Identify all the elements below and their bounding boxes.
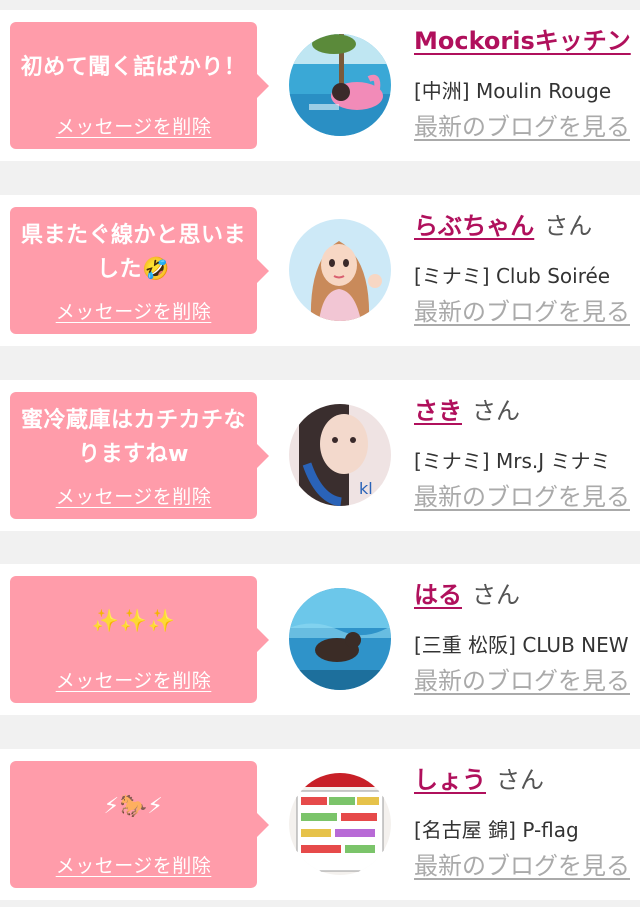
message-text: 初めて聞く話ばかり！: [20, 55, 247, 80]
delete-message-link[interactable]: メッセージを削除: [10, 482, 257, 509]
latest-blog-link[interactable]: 最新のブログを見る: [414, 664, 630, 698]
user-name-link[interactable]: しょう: [414, 766, 486, 794]
user-name-link[interactable]: Mockorisキッチン: [414, 27, 631, 55]
honorific: さん: [544, 212, 593, 240]
shop-label: [名古屋 錦] P-flag: [414, 818, 579, 842]
latest-blog-link[interactable]: 最新のブログを見る: [414, 110, 630, 144]
message-text: 蜜冷蔵庫はカチカチなりますねw: [20, 408, 246, 467]
delete-message-link[interactable]: メッセージを削除: [10, 112, 257, 139]
delete-message-link[interactable]: メッセージを削除: [10, 666, 257, 693]
message-card: ✨✨✨ メッセージを削除 はる さん [三重 松阪] CLUB NEW 最新のブロ…: [0, 564, 640, 715]
message-text: ⚡🐎⚡: [103, 794, 164, 819]
shop-label: [三重 松阪] CLUB NEW: [414, 633, 629, 657]
message-text: ✨✨✨: [91, 609, 176, 634]
message-bubble: 初めて聞く話ばかり！ メッセージを削除: [10, 22, 269, 149]
user-name-link[interactable]: さき: [414, 397, 462, 425]
honorific: さん: [496, 766, 544, 794]
svg-text:kl: kl: [359, 479, 373, 498]
message-card: 初めて聞く話ばかり！ メッセージを削除 Mockorisキッチンさん [中洲] …: [0, 10, 640, 161]
message-bubble: ⚡🐎⚡ メッセージを削除: [10, 761, 269, 888]
message-text: 県またぐ線かと思いました🤣: [20, 223, 246, 282]
latest-blog-link[interactable]: 最新のブログを見る: [414, 849, 630, 883]
message-bubble: 県またぐ線かと思いました🤣 メッセージを削除: [10, 207, 269, 334]
delete-message-link[interactable]: メッセージを削除: [10, 851, 257, 878]
shop-label: [ミナミ] Club Soirée: [414, 264, 611, 288]
honorific: さん: [472, 581, 520, 609]
latest-blog-link[interactable]: 最新のブログを見る: [414, 480, 630, 514]
user-name-link[interactable]: らぶちゃん: [414, 212, 534, 240]
avatar[interactable]: [289, 219, 391, 321]
message-bubble: 蜜冷蔵庫はカチカチなりますねw メッセージを削除: [10, 392, 269, 519]
message-card: ⚡🐎⚡ メッセージを削除 しょう さん [名古屋 錦] P-flag 最新のブロ…: [0, 749, 640, 900]
message-card: 県またぐ線かと思いました🤣 メッセージを削除 らぶちゃん さん [ミナミ] Clu…: [0, 195, 640, 346]
avatar[interactable]: [289, 773, 391, 875]
honorific: さん: [472, 397, 520, 425]
message-card: 蜜冷蔵庫はカチカチなりますねw メッセージを削除 kl さき さん [ミナミ] M…: [0, 380, 640, 531]
user-name-link[interactable]: はる: [414, 581, 462, 609]
delete-message-link[interactable]: メッセージを削除: [10, 297, 257, 324]
avatar[interactable]: [289, 588, 391, 690]
message-list: 初めて聞く話ばかり！ メッセージを削除 Mockorisキッチンさん [中洲] …: [0, 0, 640, 907]
avatar[interactable]: [289, 34, 391, 136]
message-bubble: ✨✨✨ メッセージを削除: [10, 576, 269, 703]
shop-label: [ミナミ] Mrs.J ミナミ: [414, 449, 611, 473]
shop-label: [中洲] Moulin Rouge: [414, 79, 612, 103]
latest-blog-link[interactable]: 最新のブログを見る: [414, 295, 630, 329]
avatar[interactable]: kl: [289, 404, 391, 506]
